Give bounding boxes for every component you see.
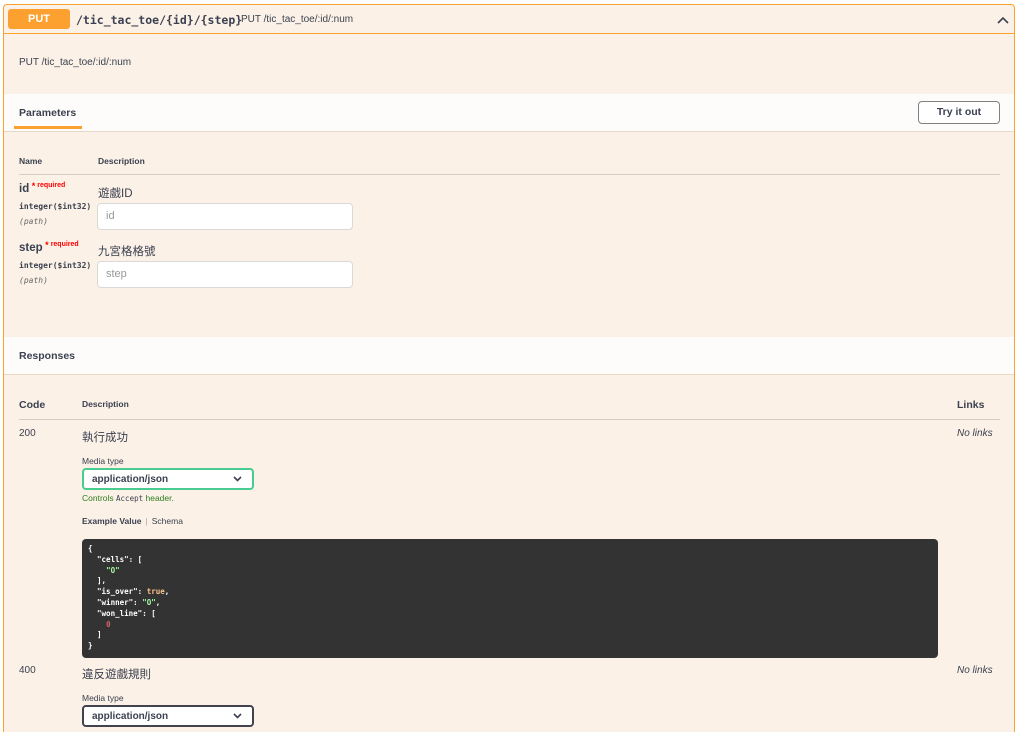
id-input[interactable]: id	[97, 203, 353, 230]
param-col-name: Name	[19, 156, 43, 166]
tab-schema[interactable]: Schema	[152, 516, 183, 526]
media-type-label-400: Media type	[82, 693, 124, 703]
media-type-select-400[interactable]: application/json	[82, 705, 254, 727]
tab-active-indicator	[14, 126, 82, 129]
operation-summary[interactable]: PUT /tic_tac_toe/{id}/{step} PUT /tic_ta…	[4, 5, 1014, 34]
param-header-divider	[19, 174, 1000, 175]
responses-header: Responses	[4, 337, 1014, 375]
operation-description: PUT /tic_tac_toe/:id/:num	[19, 57, 132, 68]
response-desc-400: 違反遊戲規則	[82, 669, 151, 681]
tab-parameters[interactable]: Parameters	[14, 94, 82, 132]
resp-col-description: Description	[82, 399, 129, 409]
param-desc-step: 九宮格格號	[98, 246, 156, 258]
example-json-code: { "cells": [ "O" ], "is_over": true, "wi…	[82, 539, 938, 658]
operation-block-put: PUT /tic_tac_toe/{id}/{step} PUT /tic_ta…	[3, 4, 1015, 732]
response-links-200: No links	[957, 428, 993, 439]
param-type-id: integer($int32)	[19, 202, 92, 211]
operation-path: /tic_tac_toe/{id}/{step}	[76, 13, 243, 27]
tab-parameters-label: Parameters	[19, 107, 77, 119]
param-name-step: step * required	[19, 240, 79, 254]
tab-example-value[interactable]: Example Value	[82, 516, 142, 526]
resp-col-links: Links	[957, 399, 985, 411]
try-it-out-button[interactable]: Try it out	[918, 101, 1000, 124]
response-links-400: No links	[957, 665, 993, 676]
param-name-id: id * required	[19, 181, 66, 195]
operation-summary-text: PUT /tic_tac_toe/:id/:num	[241, 14, 354, 25]
param-in-id: (path)	[19, 217, 48, 226]
chevron-down-icon	[233, 713, 242, 719]
media-type-label: Media type	[82, 456, 124, 466]
method-badge: PUT	[8, 9, 70, 29]
chevron-up-icon[interactable]	[996, 13, 1010, 27]
resp-col-code: Code	[19, 399, 46, 411]
response-code-200: 200	[19, 428, 36, 439]
response-desc-200: 執行成功	[82, 432, 128, 444]
responses-title: Responses	[19, 350, 76, 362]
param-in-step: (path)	[19, 276, 48, 285]
media-type-select-200[interactable]: application/json	[82, 468, 254, 490]
controls-accept-note: Controls Accept header.	[82, 493, 174, 503]
resp-header-divider	[19, 419, 1000, 420]
example-tabs: Example Value | Schema	[82, 516, 183, 526]
response-code-400: 400	[19, 665, 36, 676]
step-input[interactable]: step	[97, 261, 353, 288]
chevron-down-icon	[233, 476, 242, 482]
param-type-step: integer($int32)	[19, 261, 92, 270]
param-col-description: Description	[98, 156, 145, 166]
param-desc-id: 遊戲ID	[98, 188, 133, 200]
parameters-header: Parameters Try it out	[4, 94, 1014, 132]
